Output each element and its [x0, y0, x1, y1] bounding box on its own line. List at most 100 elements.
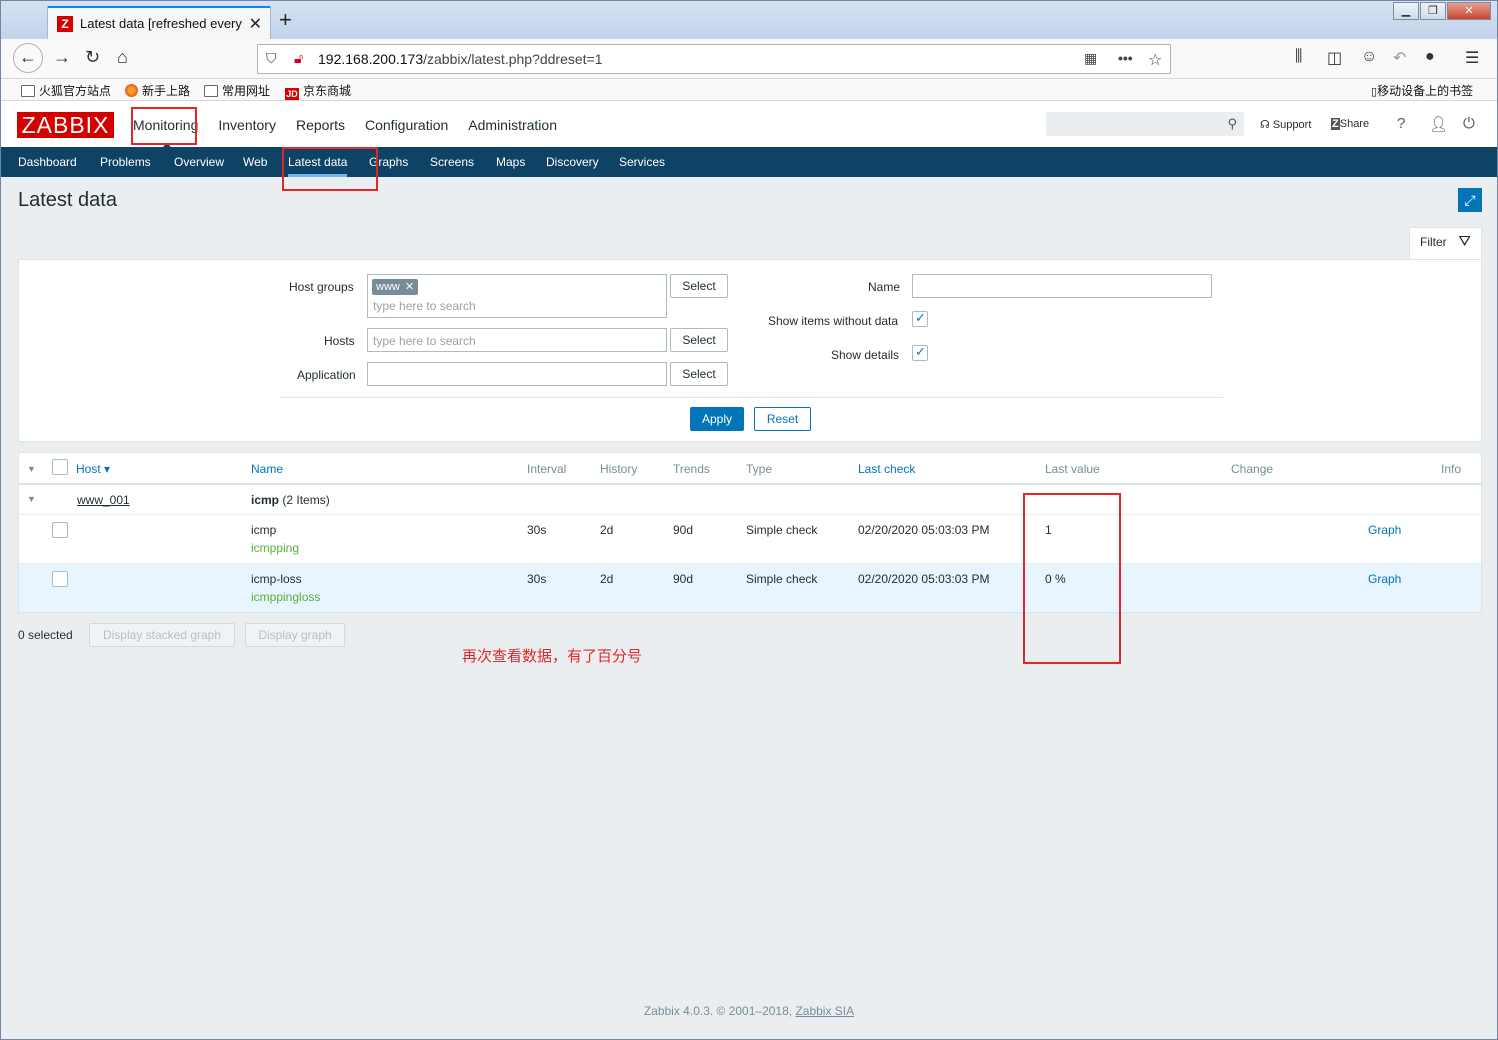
select-all-checkbox[interactable] — [52, 459, 68, 475]
submenu-discovery[interactable]: Discovery — [546, 155, 599, 169]
submenu-web[interactable]: Web — [243, 155, 267, 169]
hosts-input[interactable]: type here to search — [367, 328, 667, 352]
title-bar: Z Latest data [refreshed every ✕ + ▁ ❐ ✕ — [1, 1, 1497, 40]
item-trends: 90d — [673, 572, 694, 586]
fullscreen-icon[interactable]: ⤢ — [1458, 188, 1482, 212]
qr-code-icon[interactable]: ▦ — [1084, 50, 1097, 67]
host-groups-input[interactable]: www ✕ type here to search — [367, 274, 667, 318]
item-type: Simple check — [746, 523, 818, 537]
footer: Zabbix 4.0.3. © 2001–2018, Zabbix SIA — [1, 1004, 1497, 1018]
submenu-problems[interactable]: Problems — [100, 155, 151, 169]
forward-icon[interactable]: → — [53, 47, 71, 68]
menu-icon[interactable]: ☰ — [1465, 48, 1479, 68]
row-checkbox[interactable] — [52, 522, 68, 538]
menu-inventory[interactable]: Inventory — [218, 117, 276, 133]
share-link[interactable]: ZShare — [1331, 118, 1369, 130]
collapse-all-icon[interactable]: ▼ — [27, 464, 36, 474]
bookmark-item[interactable]: JD 京东商城 — [285, 82, 351, 100]
insecure-lock-icon[interactable]: 🔓︎ — [294, 50, 303, 67]
account-icon[interactable]: ☺ — [1361, 48, 1377, 66]
item-key: icmpping — [251, 541, 300, 555]
reset-button[interactable]: Reset — [754, 407, 811, 431]
apply-button[interactable]: Apply — [690, 407, 744, 431]
user-profile-icon[interactable]: 👤︎ — [1429, 115, 1448, 133]
restore-icon[interactable]: ❐ — [1420, 2, 1446, 20]
bookmark-item[interactable]: 新手上路 — [125, 82, 190, 99]
bookmark-label: 移动设备上的书签 — [1377, 84, 1474, 98]
reload-icon[interactable]: ↻ — [85, 47, 100, 68]
library-icon[interactable]: ⫼ — [1295, 48, 1302, 66]
submenu-services[interactable]: Services — [619, 155, 665, 169]
sidebar-icon[interactable]: ◫ — [1327, 48, 1342, 68]
annotation-text: 再次查看数据，有了百分号 — [462, 648, 643, 665]
menu-administration[interactable]: Administration — [468, 117, 557, 133]
submenu-maps[interactable]: Maps — [496, 155, 525, 169]
application-input[interactable] — [367, 362, 667, 386]
submenu-overview[interactable]: Overview — [174, 155, 224, 169]
bookmark-star-icon[interactable]: ☆ — [1148, 50, 1162, 70]
header-last-check[interactable]: Last check — [858, 462, 915, 476]
folder-icon — [21, 85, 35, 97]
window-close-icon[interactable]: ✕ — [1447, 2, 1491, 20]
show-details-checkbox[interactable] — [912, 344, 928, 361]
filter-tab[interactable]: Filter ⛛ — [1409, 227, 1482, 260]
undo-icon[interactable]: ↶ — [1393, 48, 1406, 68]
submenu-dashboard[interactable]: Dashboard — [18, 155, 77, 169]
application-select-button[interactable]: Select — [670, 362, 728, 386]
minimize-icon[interactable]: ▁ — [1393, 2, 1419, 20]
item-trends: 90d — [673, 523, 694, 537]
shield-icon[interactable]: ⛉ — [266, 50, 277, 67]
host-group-chip[interactable]: www ✕ — [372, 279, 419, 295]
help-icon[interactable]: ? — [1397, 115, 1405, 132]
item-graph-link[interactable]: Graph — [1368, 523, 1401, 537]
filter-tab-label: Filter — [1420, 235, 1447, 249]
page-actions-icon[interactable]: ••• — [1118, 50, 1133, 66]
page-title: Latest data — [18, 189, 117, 211]
application-name: icmp — [251, 493, 280, 507]
name-input[interactable] — [912, 274, 1212, 298]
header-host[interactable]: Host ▾ — [76, 462, 110, 476]
row-checkbox[interactable] — [52, 571, 68, 587]
item-last-check: 02/20/2020 05:03:03 PM — [858, 523, 990, 537]
new-tab-icon[interactable]: + — [279, 9, 292, 31]
home-icon[interactable]: ⌂ — [117, 47, 128, 68]
collapse-group-icon[interactable]: ▼ — [27, 494, 36, 504]
hosts-select-button[interactable]: Select — [670, 328, 728, 352]
url-bar[interactable]: ⛉ 🔓︎ 192.168.200.173/zabbix/latest.php?d… — [257, 44, 1171, 74]
header-name[interactable]: Name — [251, 462, 283, 476]
funnel-icon: ⛛ — [1458, 233, 1471, 250]
item-interval: 30s — [527, 572, 547, 586]
bookmark-item[interactable]: 火狐官方站点 — [21, 82, 111, 99]
browser-tab[interactable]: Z Latest data [refreshed every ✕ — [47, 6, 271, 40]
name-label: Name — [868, 280, 901, 294]
group-host-link[interactable]: www_001 — [77, 493, 130, 507]
bookmark-label: 常用网址 — [222, 84, 271, 98]
tab-title: Latest data [refreshed every — [80, 16, 242, 31]
sign-out-icon[interactable]: ⏻ — [1463, 115, 1475, 132]
show-items-without-data-checkbox[interactable] — [912, 310, 928, 327]
bookmark-item[interactable]: 常用网址 — [204, 82, 270, 99]
url-text[interactable]: 192.168.200.173/zabbix/latest.php?ddrese… — [318, 51, 603, 67]
header-change: Change — [1231, 462, 1274, 476]
zabbix-logo[interactable]: ZABBIX — [17, 112, 114, 138]
back-icon[interactable]: ← — [13, 43, 43, 73]
support-link[interactable]: ☊ Support — [1260, 118, 1311, 131]
display-stacked-graph-button[interactable]: Display stacked graph — [89, 623, 235, 647]
browser-window: Z Latest data [refreshed every ✕ + ▁ ❐ ✕… — [0, 0, 1498, 1040]
menu-configuration[interactable]: Configuration — [365, 117, 448, 133]
close-tab-icon[interactable]: ✕ — [249, 14, 262, 34]
display-graph-button[interactable]: Display graph — [245, 623, 345, 647]
host-groups-select-button[interactable]: Select — [670, 274, 728, 298]
global-search-input[interactable]: ⚲ — [1046, 112, 1244, 136]
bookmark-label: 新手上路 — [142, 84, 191, 98]
item-graph-link[interactable]: Graph — [1368, 572, 1401, 586]
submenu-screens[interactable]: Screens — [430, 155, 474, 169]
menu-reports[interactable]: Reports — [296, 117, 345, 133]
footer-link[interactable]: Zabbix SIA — [795, 1004, 854, 1018]
remove-chip-icon[interactable]: ✕ — [405, 281, 414, 293]
item-history: 2d — [600, 523, 614, 537]
mobile-bookmarks[interactable]: ▯移动设备上的书签 — [1371, 82, 1473, 99]
item-name: icmp — [251, 523, 277, 537]
chat-icon[interactable]: ● — [1425, 48, 1435, 66]
search-icon[interactable]: ⚲ — [1227, 116, 1237, 132]
